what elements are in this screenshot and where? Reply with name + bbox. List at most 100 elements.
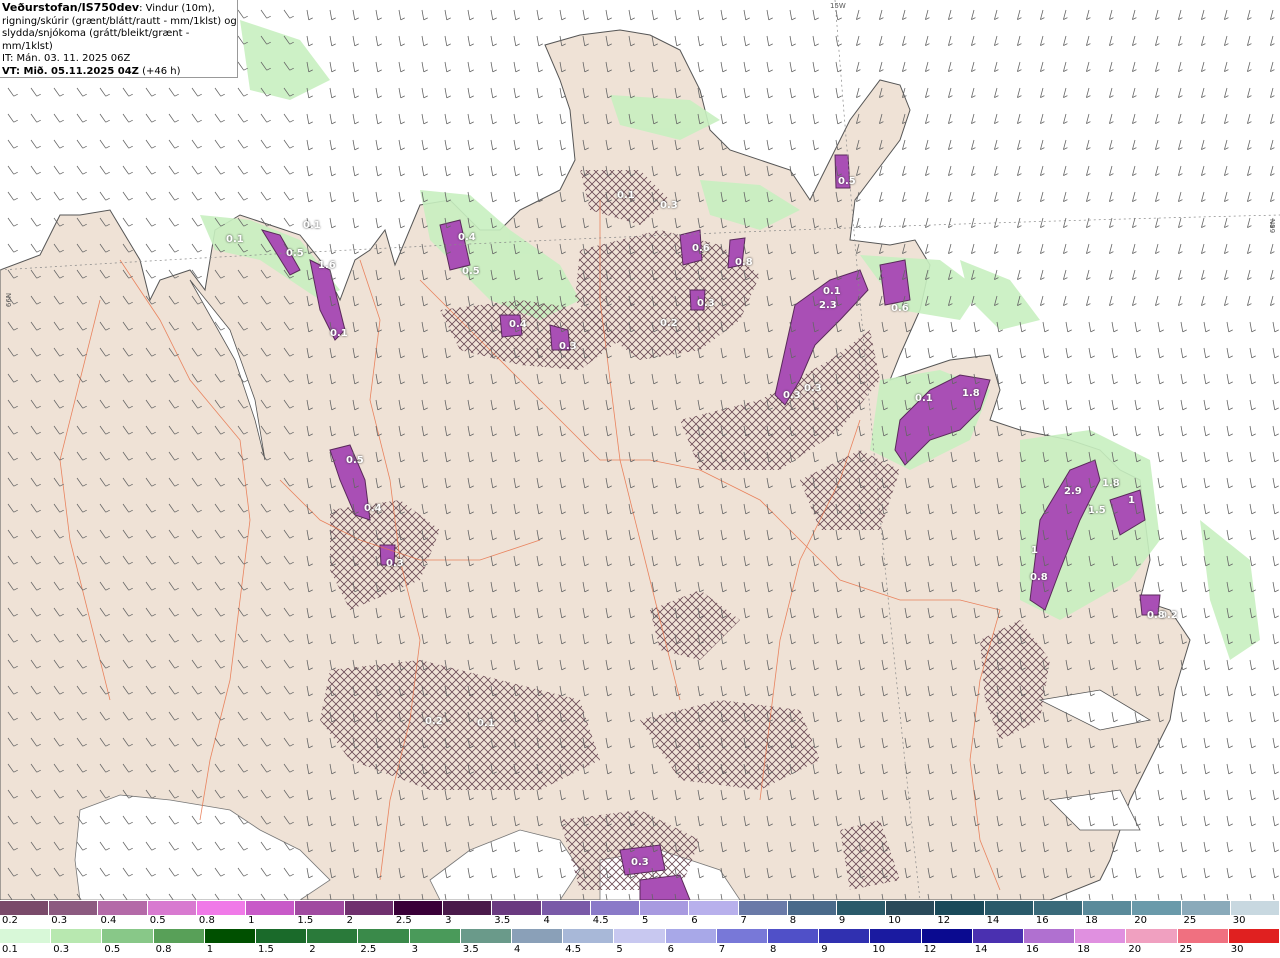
legend-swatch	[716, 929, 769, 943]
legend-swatch	[393, 901, 444, 915]
legend-swatch	[921, 929, 973, 943]
legend-swatch	[870, 929, 922, 943]
forecast-map	[0, 0, 1280, 900]
legend-swatch	[614, 929, 666, 943]
precip-value-label: 0.8	[735, 257, 753, 268]
precip-value-label: 0.3	[783, 390, 801, 401]
legend-tick-label: 20	[1128, 944, 1142, 955]
info-box: Veðurstofan/IS750dev: Vindur (10m), rign…	[0, 0, 238, 78]
legend-tick-label: 5	[616, 944, 623, 955]
precip-value-label: 0.5	[838, 176, 856, 187]
legend-swatch	[738, 901, 788, 915]
precip-value-label: 0.3	[631, 857, 649, 868]
legend-swatch	[1177, 929, 1229, 943]
valid-time: VT: Mið. 05.11.2025 04Z	[2, 65, 139, 77]
legend-tick-label: 20	[1134, 915, 1148, 926]
legend-tick-label: 0.2	[2, 915, 18, 926]
precip-value-label: 0.4	[364, 503, 382, 514]
precip-value-label: 0.1	[477, 718, 495, 729]
snow-colorbar	[0, 901, 1280, 915]
legend-swatch	[98, 901, 148, 915]
valid-offset: (+46 h)	[138, 65, 181, 77]
legend-swatch	[51, 929, 103, 943]
legend-swatch	[295, 901, 345, 915]
legend-tick-label: 9	[838, 915, 846, 926]
legend-tick-label: 0.8	[198, 915, 215, 926]
lat-label-right: 66N	[1269, 218, 1278, 234]
precip-value-label: 0.5	[462, 266, 480, 277]
legend-tick-label: 10	[872, 944, 886, 955]
lat-label-left: 66N	[5, 292, 14, 308]
legend-swatch	[689, 901, 739, 915]
legend-tick-label: 2	[309, 944, 316, 955]
legend-tick-label: 1	[206, 944, 214, 955]
legend-tick-label: 6	[691, 915, 698, 926]
title: Veðurstofan/IS750dev	[2, 1, 140, 14]
legend-swatch	[492, 901, 542, 915]
precip-value-label: 0.4	[509, 319, 527, 330]
legend-swatch	[640, 901, 690, 915]
rain-colorbar	[0, 929, 1280, 943]
legend-tick-label: 25	[1179, 944, 1193, 955]
legend-tick-label: 4	[514, 944, 521, 955]
legend-tick-label: 8	[789, 915, 797, 926]
precip-value-label: 0.6	[692, 243, 710, 254]
legend-tick-label: 7	[718, 944, 726, 955]
legend-swatch	[102, 929, 154, 943]
precip-value-label: 1.8	[1102, 478, 1120, 489]
legend-swatch	[1024, 929, 1076, 943]
precip-value-label: 0.3	[697, 298, 715, 309]
legend-swatch	[1075, 929, 1127, 943]
precip-value-label: 0.1	[226, 234, 244, 245]
legend-swatch	[0, 929, 52, 943]
legend-swatch	[1228, 929, 1280, 943]
legend-swatch	[563, 929, 615, 943]
precip-value-label: 1	[1031, 545, 1038, 556]
precip-value-label: 2.9	[1064, 486, 1082, 497]
precip-value-label: 0.1	[823, 286, 841, 297]
legend-tick-label: 30	[1230, 944, 1244, 955]
legend-swatch	[665, 929, 717, 943]
legend-swatch	[147, 901, 197, 915]
legend-swatch	[460, 929, 513, 943]
legend-tick-label: 12	[937, 915, 951, 926]
precip-value-label: 0.5	[286, 248, 304, 259]
legend-tick-label: 8	[770, 944, 777, 955]
legend-swatch	[1126, 929, 1178, 943]
precip-value-label: 1.6	[318, 260, 336, 271]
legend-swatch	[344, 901, 394, 915]
legend-tick-label: 4.5	[565, 944, 582, 955]
legend-swatch	[1181, 901, 1231, 915]
legend-swatch	[153, 929, 205, 943]
legend-swatch	[984, 901, 1034, 915]
legend-swatch	[196, 901, 247, 915]
legend-swatch	[246, 901, 296, 915]
legend-tick-label: 16	[1026, 944, 1039, 955]
issue-time: IT: Mán. 03. 11. 2025 06Z	[2, 53, 131, 64]
legend-tick-label: 4	[543, 915, 550, 926]
precip-value-label: 0.2	[425, 716, 443, 727]
legend-swatch	[819, 929, 871, 943]
precip-value-label: 0.2	[660, 318, 678, 329]
precip-value-label: 0.5	[346, 455, 364, 466]
legend-swatch	[0, 901, 50, 915]
legend-tick-label: 1	[248, 915, 255, 926]
precip-value-label: 0.3	[660, 200, 678, 211]
precip-value-label: 1.8	[962, 388, 980, 399]
legend-tick-label: 0.3	[51, 915, 68, 926]
precip-value-label: 0.1	[303, 220, 321, 231]
precip-value-label: 0.8	[1030, 572, 1048, 583]
legend-tick-label: 16	[1035, 915, 1049, 926]
legend-swatch	[49, 901, 99, 915]
legend-swatch	[787, 901, 837, 915]
legend-swatch	[1083, 901, 1133, 915]
legend-swatch	[1132, 901, 1182, 915]
legend-tick-label: 3	[411, 944, 418, 955]
precip-value-label: 0.6	[891, 303, 909, 314]
snow-legend-labels: 0.2 0.3 0.4 0.5 0.8 1 1.5 2 2.5 3 3.5 4 4.5 5 6 7 8 9 10 12…	[0, 915, 1280, 928]
legend-tick-label: 18	[1085, 915, 1098, 926]
legend-tick-label: 30	[1232, 915, 1246, 926]
legend-tick-label: 0.5	[104, 944, 121, 955]
legend-swatch	[512, 929, 564, 943]
legend-tick-label: 0.5	[149, 915, 166, 926]
